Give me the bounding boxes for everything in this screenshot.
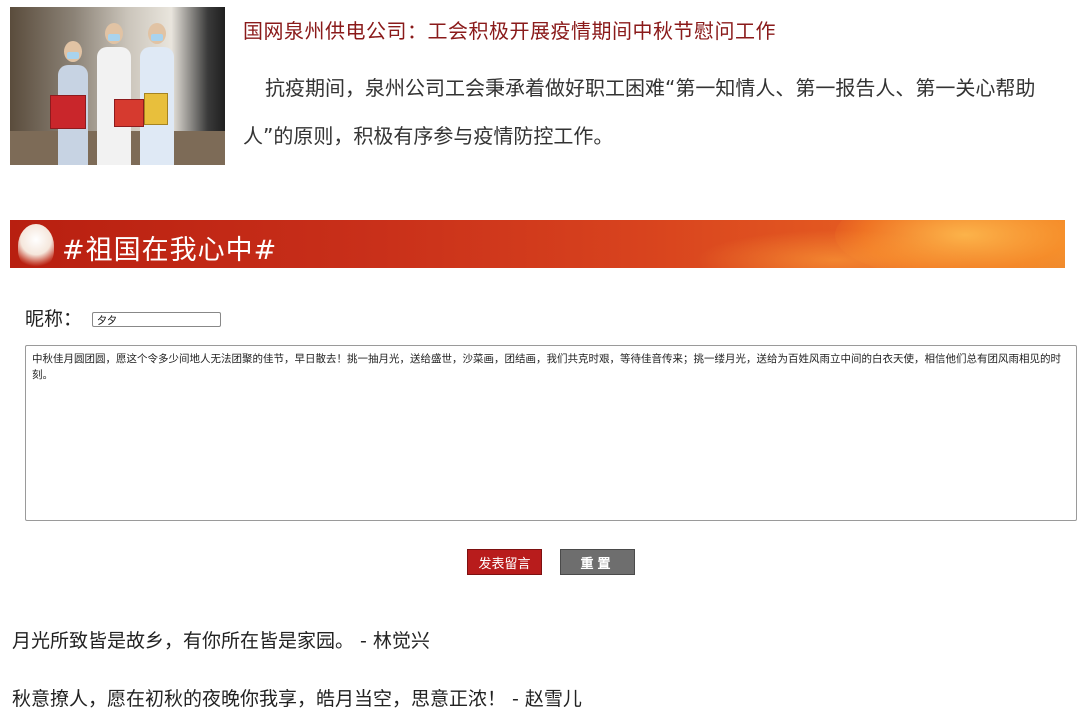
- topic-banner: #祖国在我心中#: [10, 220, 1065, 268]
- submit-comment-button[interactable]: 发表留言: [467, 549, 542, 575]
- photo-gift-box-3: [144, 93, 168, 125]
- nickname-input[interactable]: [92, 312, 221, 327]
- reset-button[interactable]: 重置: [560, 549, 635, 575]
- message-textarea[interactable]: [25, 345, 1077, 521]
- comment-item: 秋意撩人，愿在初秋的夜晚你我享，皓月当空，思意正浓！ - 赵雪儿: [12, 688, 582, 710]
- article-title[interactable]: 国网泉州供电公司：工会积极开展疫情期间中秋节慰问工作: [243, 15, 776, 44]
- article-body: 抗疫期间，泉州公司工会秉承着做好职工困难“第一知情人、第一报告人、第一关心帮助人…: [243, 76, 1036, 148]
- page: 国网泉州供电公司：工会积极开展疫情期间中秋节慰问工作 抗疫期间，泉州公司工会秉承…: [0, 0, 1080, 720]
- article-photo[interactable]: [10, 7, 225, 165]
- comment-item: 月光所致皆是故乡，有你所在皆是家园。 - 林觉兴: [12, 630, 430, 652]
- banner-mascot-icon: [18, 224, 54, 268]
- photo-gift-box-1: [50, 95, 86, 129]
- banner-title: #祖国在我心中#: [62, 235, 278, 266]
- photo-gift-box-2: [114, 99, 144, 127]
- nickname-label: 昵称：: [25, 308, 83, 330]
